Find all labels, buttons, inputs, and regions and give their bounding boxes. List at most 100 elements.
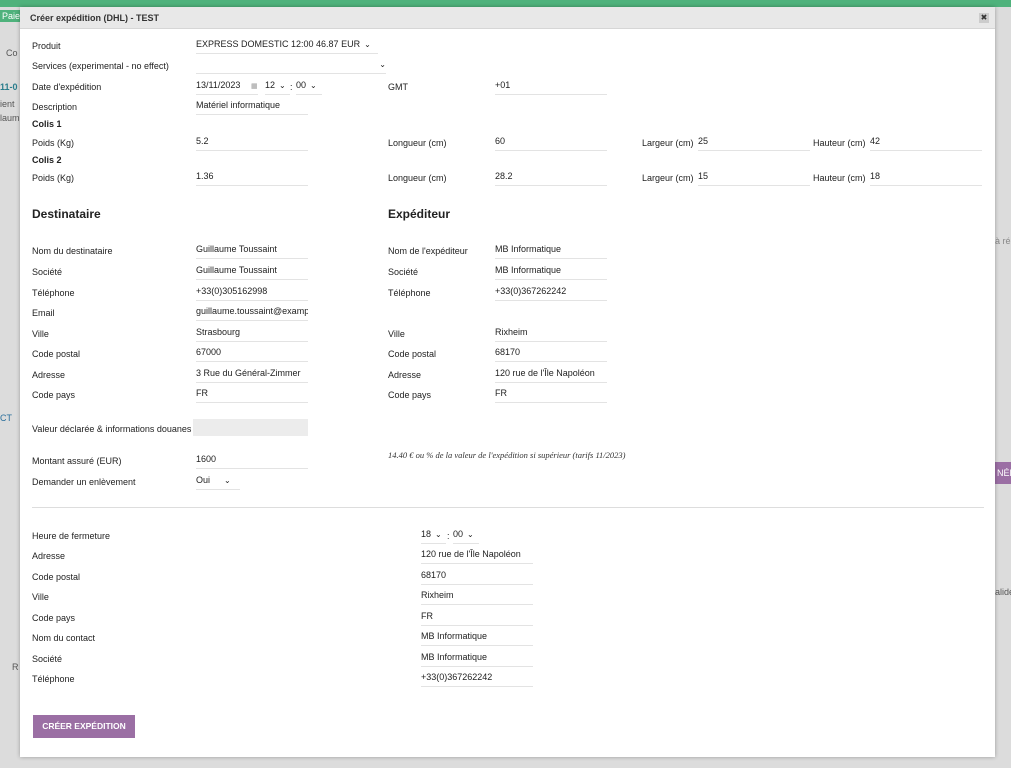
services-label: Services (experimental - no effect)	[32, 61, 169, 71]
hour-value: 12	[265, 80, 276, 90]
close-icon[interactable]: ✖	[979, 13, 989, 23]
bg-text: alide	[995, 587, 1011, 597]
dest-email-label: Email	[32, 308, 55, 318]
dest-pays-input[interactable]: FR	[196, 386, 308, 403]
minute-select[interactable]: 00 ⌄	[296, 78, 322, 95]
chevron-down-icon: ⌄	[279, 81, 286, 90]
montant-input[interactable]: 1600	[196, 452, 308, 469]
colis-1-hauteur-input[interactable]: 42	[870, 134, 982, 151]
exp-ville-label: Ville	[388, 329, 405, 339]
exp-societe-label: Société	[388, 267, 419, 277]
chevron-down-icon: ⌄	[467, 530, 474, 539]
exp-tel-input[interactable]: +33(0)367262242	[495, 284, 607, 301]
create-shipment-dialog: Créer expédition (DHL) - TEST ✖ Produit …	[20, 7, 995, 757]
exp-nom-input[interactable]: MB Informatique	[495, 242, 607, 259]
bg-text: 11-0	[0, 82, 18, 92]
bg-text: CT	[0, 413, 12, 423]
destinataire-title: Destinataire	[32, 207, 101, 221]
exp-societe-input[interactable]: MB Informatique	[495, 263, 607, 280]
hauteur-label: Hauteur (cm)	[813, 138, 866, 148]
enlevement-select[interactable]: Oui ⌄	[196, 473, 240, 490]
poids-label: Poids (Kg)	[32, 138, 75, 148]
pickup-cp-label: Code postal	[32, 572, 81, 582]
produit-value: EXPRESS DOMESTIC 12:00 46.87 EUR	[196, 39, 361, 49]
pickup-ville-label: Ville	[32, 592, 49, 602]
expediteur-title: Expéditeur	[388, 207, 451, 221]
dest-adresse-input[interactable]: 3 Rue du Général-Zimmer	[196, 366, 308, 383]
minute-value: 00	[296, 80, 307, 90]
valeur-input[interactable]	[193, 419, 308, 436]
poids-label: Poids (Kg)	[32, 173, 75, 183]
exp-pays-label: Code pays	[388, 390, 432, 400]
dialog-header: Créer expédition (DHL) - TEST ✖	[20, 7, 995, 29]
chevron-down-icon: ⌄	[224, 476, 231, 485]
exp-adresse-label: Adresse	[388, 370, 422, 380]
colis-1-poids-input[interactable]: 5.2	[196, 134, 308, 151]
bg-text: ient	[0, 99, 15, 109]
pickup-minute-value: 00	[453, 529, 464, 539]
time-separator: :	[290, 82, 293, 92]
calendar-icon[interactable]: ▦	[251, 82, 258, 90]
valeur-label: Valeur déclarée & informations douanes	[32, 424, 192, 434]
dest-cp-input[interactable]: 67000	[196, 345, 308, 362]
pickup-pays-label: Code pays	[32, 613, 76, 623]
chevron-down-icon: ⌄	[364, 40, 371, 49]
chevron-down-icon: ⌄	[379, 60, 386, 69]
pickup-hour-select[interactable]: 18 ⌄	[421, 527, 446, 544]
exp-cp-label: Code postal	[388, 349, 437, 359]
services-select[interactable]: ⌄	[196, 57, 386, 74]
colis-2-poids-input[interactable]: 1.36	[196, 169, 308, 186]
dest-ville-input[interactable]: Strasbourg	[196, 325, 308, 342]
gmt-input[interactable]: +01	[495, 78, 607, 95]
pickup-minute-select[interactable]: 00 ⌄	[453, 527, 479, 544]
exp-ville-input[interactable]: Rixheim	[495, 325, 607, 342]
app-top-bar	[0, 0, 1011, 7]
date-input[interactable]: 13/11/2023	[196, 78, 258, 95]
pickup-cp-input[interactable]: 68170	[421, 568, 533, 585]
insurance-note: 14.40 € ou % de la valeur de l'expéditio…	[388, 450, 626, 460]
pickup-adresse-label: Adresse	[32, 551, 66, 561]
date-value: 13/11/2023	[196, 80, 241, 90]
gmt-label: GMT	[388, 82, 408, 92]
exp-adresse-input[interactable]: 120 rue de l'Île Napoléon	[495, 366, 607, 383]
hauteur-label: Hauteur (cm)	[813, 173, 866, 183]
colis-2-title: Colis 2	[32, 155, 62, 165]
exp-cp-input[interactable]: 68170	[495, 345, 607, 362]
bg-button: NÉE	[995, 462, 1011, 484]
dest-tel-input[interactable]: +33(0)305162998	[196, 284, 308, 301]
colis-1-longueur-input[interactable]: 60	[495, 134, 607, 151]
pickup-ville-input[interactable]: Rixheim	[421, 588, 533, 605]
colis-1-largeur-input[interactable]: 25	[698, 134, 810, 151]
dialog-title: Créer expédition (DHL) - TEST	[30, 13, 160, 23]
enlevement-value: Oui	[196, 475, 211, 485]
dest-nom-input[interactable]: Guillaume Toussaint	[196, 242, 308, 259]
produit-label: Produit	[32, 41, 61, 51]
produit-select[interactable]: EXPRESS DOMESTIC 12:00 46.87 EUR ⌄	[196, 37, 378, 54]
hour-select[interactable]: 12 ⌄	[265, 78, 290, 95]
description-label: Description	[32, 102, 78, 112]
dest-cp-label: Code postal	[32, 349, 81, 359]
dest-email-input[interactable]: guillaume.toussaint@example.com	[196, 304, 308, 321]
dest-societe-input[interactable]: Guillaume Toussaint	[196, 263, 308, 280]
colis-2-longueur-input[interactable]: 28.2	[495, 169, 607, 186]
pickup-tel-input[interactable]: +33(0)367262242	[421, 670, 533, 687]
enlevement-label: Demander un enlèvement	[32, 477, 136, 487]
heure-fermeture-label: Heure de fermeture	[32, 531, 111, 541]
pickup-pays-input[interactable]: FR	[421, 609, 533, 626]
exp-tel-label: Téléphone	[388, 288, 431, 298]
colis-2-largeur-input[interactable]: 15	[698, 169, 810, 186]
pickup-adresse-input[interactable]: 120 rue de l'Île Napoléon	[421, 547, 533, 564]
largeur-label: Largeur (cm)	[642, 138, 694, 148]
dest-ville-label: Ville	[32, 329, 49, 339]
description-input[interactable]: Matériel informatique	[196, 98, 308, 115]
pickup-societe-input[interactable]: MB Informatique	[421, 650, 533, 667]
exp-pays-input[interactable]: FR	[495, 386, 607, 403]
exp-nom-label: Nom de l'expéditeur	[388, 246, 468, 256]
chevron-down-icon: ⌄	[435, 530, 442, 539]
chevron-down-icon: ⌄	[310, 81, 317, 90]
pickup-contact-input[interactable]: MB Informatique	[421, 629, 533, 646]
colis-2-hauteur-input[interactable]: 18	[870, 169, 982, 186]
create-shipment-button[interactable]: CRÉER EXPÉDITION	[33, 715, 135, 738]
pickup-tel-label: Téléphone	[32, 674, 75, 684]
bg-text: R	[12, 662, 19, 672]
